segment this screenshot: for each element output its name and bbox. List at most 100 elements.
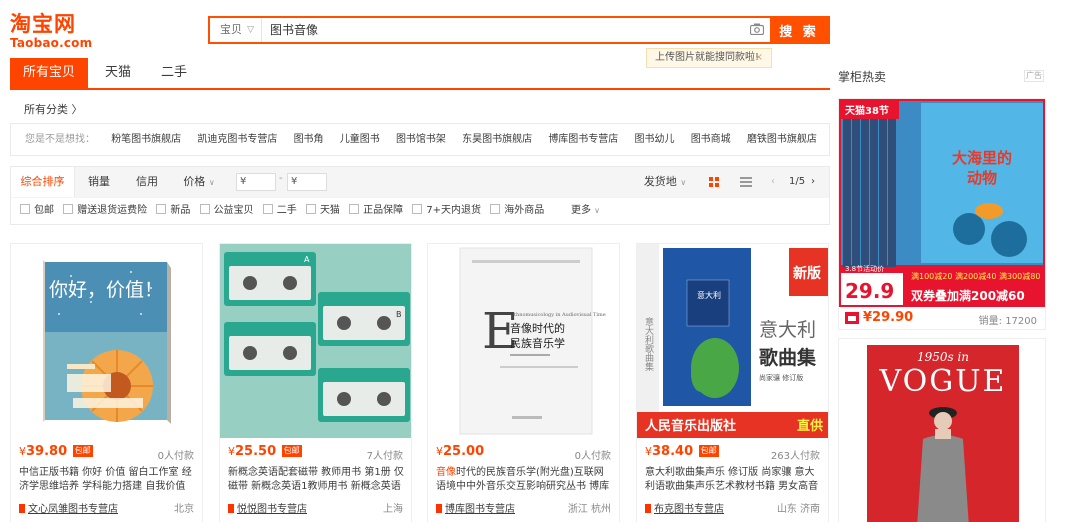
search-category-select[interactable]: 宝贝 ▽ (210, 18, 262, 42)
shop-link[interactable]: 博库图书专营店 (436, 500, 515, 515)
filter-tmall[interactable]: 天猫 (305, 198, 340, 223)
filter-new[interactable]: 新品 (156, 198, 190, 223)
cover-small-text: 1950s in (917, 350, 969, 364)
location: 北京 (174, 504, 194, 515)
checkbox-icon (63, 204, 74, 214)
product-title[interactable]: 音像时代的民族音乐学(附光盘)互联网语境中中外音乐交互影响研究丛书 博库网 (436, 466, 612, 494)
next-page-button[interactable]: › (811, 167, 815, 197)
product-image[interactable]: E thnomusicology in Audiovisual Time 音像时… (428, 244, 619, 438)
filter-overseas[interactable]: 海外商品 (490, 198, 544, 223)
price-range-dash: - (279, 173, 283, 184)
product-card[interactable]: A B ¥25.50 包邮 7人付款 新概念英语配套磁带 教师用书 第1册 仅磁… (219, 243, 412, 522)
taobao-logo[interactable]: 淘宝网 Taobao.com (10, 12, 94, 50)
product-image[interactable]: 你好，价值！ (11, 244, 202, 438)
tab-second-hand[interactable]: 二手 (146, 58, 202, 88)
ad-offer-line2: 双券叠加满200减60 (911, 288, 1025, 303)
sidebar-ad-card[interactable]: 1950s in VOGUE (838, 338, 1046, 522)
product-card[interactable]: 你好，价值！ ¥39.80 包邮 0人付款 中信正版书籍 你好 价值 留白工作室… (10, 243, 203, 522)
free-shipping-badge: 包邮 (281, 445, 302, 457)
prev-page-button[interactable]: ‹ (771, 167, 775, 197)
product-title[interactable]: 新概念英语配套磁带 教师用书 第1册 仅磁带 新概念英语1教师用书 新概念英语教… (228, 466, 404, 494)
suggest-item[interactable]: 图书角 (294, 134, 324, 145)
shop-link[interactable]: 布克图书专营店 (645, 500, 724, 515)
suggest-item[interactable]: 儿童图书 (340, 134, 380, 145)
camera-icon[interactable] (750, 23, 764, 35)
more-filters-button[interactable]: 更多 ∨ (571, 198, 600, 223)
product-price: ¥39.80 包邮 (19, 444, 93, 459)
ad-badge: 广告 (1024, 70, 1044, 82)
sold-count: 7人付款 (366, 451, 403, 462)
product-card[interactable]: 意大利歌曲集 意大利 新版 意大利 歌曲集 尚家骧 修订版 人民音乐出版社 直供… (636, 243, 829, 522)
shop-link[interactable]: 悦悦图书专营店 (228, 500, 307, 515)
sold-count: 263人付款 (770, 451, 820, 462)
filter-label: 7+天内退货 (426, 205, 482, 216)
title-highlight: 音像 (436, 467, 456, 478)
grid-view-icon[interactable] (707, 175, 721, 189)
search-bar: 宝贝 ▽ 搜 索 (208, 16, 830, 44)
filter-genuine[interactable]: 正品保障 (349, 198, 403, 223)
cover-title: 你好，价值！ (49, 279, 163, 301)
sort-bar: 综合排序 销量 信用 价格 ∨ ¥ - ¥ 发货地 ∨ ‹ 1/5 › (10, 166, 830, 198)
shop-name: 悦悦图书专营店 (237, 504, 307, 515)
tab-all-items[interactable]: 所有宝贝 (10, 58, 88, 88)
tmall-icon (845, 312, 859, 324)
cover-big-text: VOGUE (879, 364, 1007, 399)
ship-from-filter[interactable]: 发货地 ∨ (641, 167, 689, 197)
filter-label: 海外商品 (504, 205, 545, 216)
product-title[interactable]: 中信正版书籍 你好 价值 留白工作室 经济学思维培养 学科能力搭建 自我价值认同… (19, 466, 195, 494)
sidebar-ad-card[interactable]: 天猫38节 大海里的 动物 3.8节活动价 29.9 满100减20 满200减… (838, 98, 1046, 330)
shop-link[interactable]: 文心凤雏图书专营店 (19, 500, 118, 515)
location: 上海 (383, 504, 403, 515)
list-view-icon[interactable] (739, 175, 753, 189)
title-text: 意大利歌曲集声乐 修订版 尚家骧 意大利语歌曲集声乐艺术教材书籍 男女高音教程声 (645, 467, 819, 492)
sidebar-ad-sales: 销量: 17200 (978, 316, 1037, 327)
product-card[interactable]: E thnomusicology in Audiovisual Time 音像时… (427, 243, 620, 522)
checkbox-icon (305, 204, 316, 214)
sort-default[interactable]: 综合排序 (11, 167, 75, 197)
suggest-item[interactable]: 图书幼儿 (635, 134, 675, 145)
product-image[interactable]: 意大利歌曲集 意大利 新版 意大利 歌曲集 尚家骧 修订版 人民音乐出版社 直供 (637, 244, 828, 438)
tmall-38-badge: 天猫38节 (845, 104, 889, 117)
suggest-item[interactable]: 磨铁图书旗舰店 (747, 134, 817, 145)
cover-subtitle: 尚家骧 修订版 (759, 373, 803, 382)
filter-return-insurance[interactable]: 赠送退货运费险 (63, 198, 147, 223)
search-input[interactable] (270, 18, 740, 42)
product-image[interactable]: A B (220, 244, 411, 438)
sort-sales[interactable]: 销量 (81, 167, 117, 197)
suggest-item[interactable]: 凯迪克图书专营店 (197, 134, 277, 145)
product-title[interactable]: 意大利歌曲集声乐 修订版 尚家骧 意大利语歌曲集声乐艺术教材书籍 男女高音教程声 (645, 466, 821, 494)
ad-offer-line1: 满100减20 满200减40 满300减80 (911, 271, 1040, 281)
suggest-item[interactable]: 粉笔图书旗舰店 (111, 134, 181, 145)
sidebar-ad-image[interactable]: 天猫38节 大海里的 动物 3.8节活动价 29.9 满100减20 满200减… (839, 99, 1045, 307)
price-value: 25.50 (235, 444, 277, 459)
price-min-input[interactable]: ¥ (236, 173, 276, 191)
price-value: 38.40 (652, 444, 694, 459)
suggest-item[interactable]: 图书馆书架 (396, 134, 446, 145)
tab-tmall[interactable]: 天猫 (90, 58, 146, 88)
ship-from-label: 发货地 (643, 175, 677, 188)
ad-book-title2: 动物 (967, 169, 997, 187)
suggest-item[interactable]: 图书商城 (691, 134, 731, 145)
price-max-input[interactable]: ¥ (287, 173, 327, 191)
suggest-item[interactable]: 东昊图书旗舰店 (462, 134, 532, 145)
filter-7day-return[interactable]: 7+天内退货 (412, 198, 481, 223)
filter-label: 二手 (276, 205, 297, 216)
filter-bar: 包邮 赠送退货运费险 新品 公益宝贝 二手 天猫 正品保障 7+天内退货 海外商… (10, 198, 830, 225)
filter-charity[interactable]: 公益宝贝 (199, 198, 254, 223)
search-button[interactable]: 搜 索 (770, 18, 828, 42)
sort-price-label: 价格 (183, 175, 206, 188)
sort-credit[interactable]: 信用 (129, 167, 165, 197)
filter-free-shipping[interactable]: 包邮 (20, 198, 54, 223)
ad-promo-price: 29.9 (845, 279, 894, 303)
breadcrumb-all-categories[interactable]: 所有分类 〉 (24, 101, 83, 117)
suggest-item[interactable]: 博库图书专营店 (548, 134, 618, 145)
price-value: 25.00 (443, 444, 485, 459)
currency-symbol: ¥ (19, 445, 26, 458)
product-price: ¥25.50 包邮 (228, 444, 302, 459)
sidebar-ad-image[interactable]: 1950s in VOGUE (839, 339, 1045, 522)
search-tabs: 所有宝贝 天猫 二手 (10, 58, 830, 90)
currency-symbol: ¥ (436, 445, 443, 458)
filter-second-hand[interactable]: 二手 (262, 198, 297, 223)
sort-price[interactable]: 价格 ∨ (179, 167, 219, 197)
filter-label: 新品 (170, 205, 191, 216)
